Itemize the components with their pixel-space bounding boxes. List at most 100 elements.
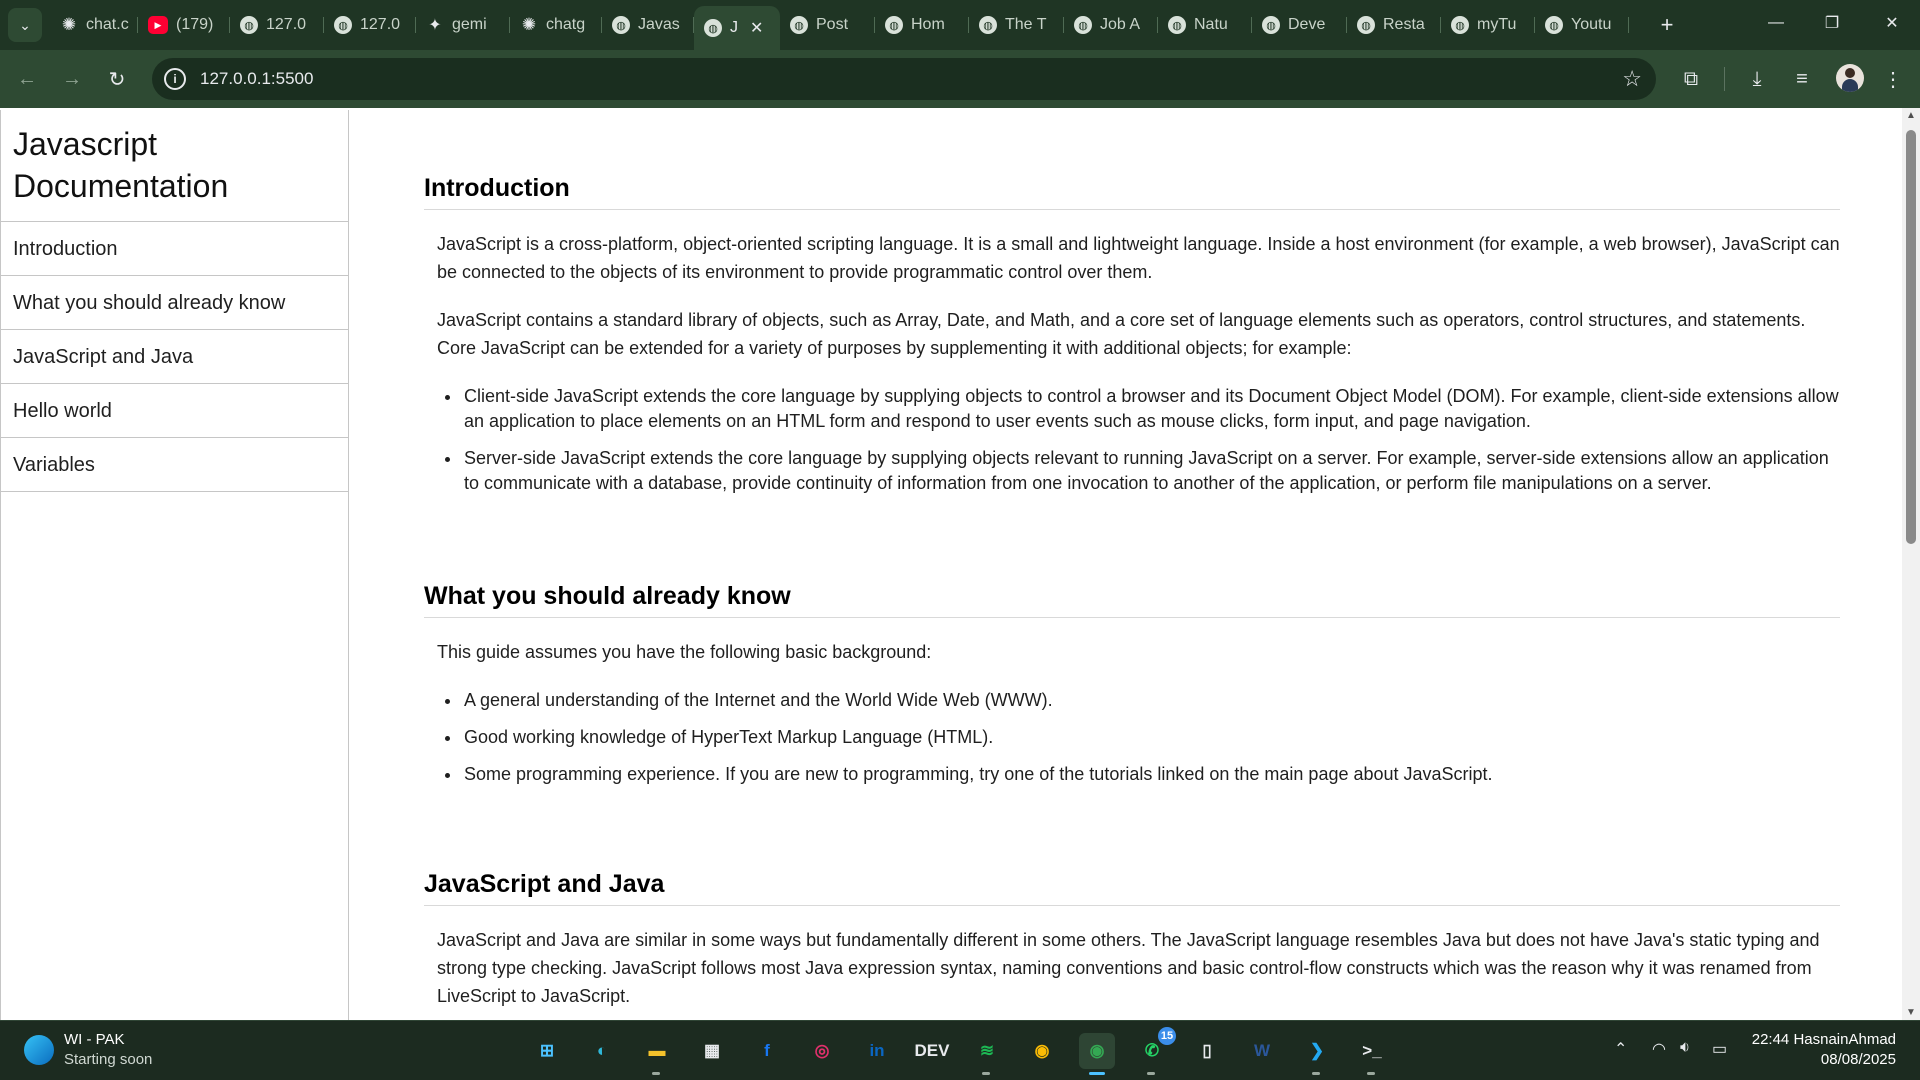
browser-tab[interactable]: ◍ Job A — [1064, 8, 1158, 42]
browser-tab[interactable]: ◍ Resta — [1347, 8, 1441, 42]
scroll-up-icon[interactable]: ▲ — [1906, 110, 1916, 121]
tab-label: Hom — [911, 16, 945, 33]
tab-label: Job A — [1100, 16, 1141, 33]
scrollbar-thumb[interactable] — [1906, 130, 1916, 544]
tab-separator — [1628, 17, 1629, 33]
browser-tab[interactable]: ✦ gemi — [416, 8, 510, 42]
main-doc: Introduction JavaScript is a cross-platf… — [424, 108, 1840, 1020]
file-explorer-app[interactable]: ▬ — [639, 1033, 675, 1075]
file-explorer-icon: ▬ — [648, 1041, 666, 1060]
download-icon[interactable]: ⤓ — [1742, 64, 1772, 94]
nav-link[interactable]: Hello world — [1, 384, 348, 438]
store-app[interactable]: ▦ — [694, 1033, 730, 1069]
list-item: Some programming experience. If you are … — [462, 762, 1840, 787]
whatsapp-app[interactable]: ✆ 15 — [1134, 1027, 1176, 1075]
tray-overflow-icon[interactable]: ⌃ — [1614, 1039, 1627, 1059]
word-app[interactable]: W — [1244, 1033, 1280, 1069]
reload-icon[interactable]: ↻ — [102, 64, 132, 94]
edge-icon: ◐ — [596, 1041, 608, 1060]
address-bar[interactable]: i 127.0.0.1:5500 ☆ — [152, 58, 1656, 100]
edge-app[interactable]: ◐ — [584, 1033, 620, 1069]
list-item: A general understanding of the Internet … — [462, 688, 1840, 713]
minimize-button[interactable]: — — [1748, 0, 1804, 46]
url-text[interactable]: 127.0.0.1:5500 — [200, 69, 313, 89]
clock-time[interactable]: 22:44 HasnainAhmad — [1752, 1031, 1896, 1048]
page-viewport: Javascript Documentation Introduction Wha… — [0, 108, 1920, 1020]
vscode-app[interactable]: ❯ — [1299, 1033, 1335, 1075]
nav-title: Javascript Documentation — [1, 110, 348, 222]
tab-label: Post — [816, 16, 849, 33]
browser-tab[interactable]: ▶ (179) — [138, 8, 230, 42]
browser-tab[interactable]: ◍ Hom — [875, 8, 969, 42]
linkedin-app[interactable]: in — [859, 1033, 895, 1069]
browser-tab[interactable]: ◍ Youtu — [1535, 8, 1629, 42]
battery-icon[interactable]: ▭ — [1712, 1039, 1727, 1059]
browser-tab[interactable]: ✺ chat.c — [50, 8, 138, 42]
section-javascript-and-java: JavaScript and Java JavaScript and Java … — [424, 870, 1840, 1010]
site-info-icon[interactable]: i — [164, 68, 186, 90]
browser-tab[interactable]: ◍ J ✕ — [694, 6, 780, 50]
notepad-app[interactable]: ▯ — [1189, 1033, 1225, 1069]
browser-tab[interactable]: ✺ chatg — [510, 8, 602, 42]
forward-icon[interactable]: → — [57, 64, 87, 94]
bullet-list: Client-side JavaScript extends the core … — [462, 384, 1840, 496]
tab-search-button[interactable]: ⌄ — [8, 8, 42, 42]
weather-subtitle[interactable]: Starting soon — [64, 1051, 152, 1068]
start-button[interactable]: ⊞ — [529, 1033, 565, 1069]
weather-title[interactable]: WI - PAK — [64, 1031, 125, 1048]
gemini-icon: ✦ — [428, 17, 442, 34]
close-window-button[interactable]: ✕ — [1864, 0, 1920, 46]
nav-link[interactable]: What you should already know — [1, 276, 348, 330]
restore-button[interactable]: ❐ — [1804, 0, 1860, 46]
tab-label: chatg — [546, 16, 586, 33]
browser-tab[interactable]: ◍ The T — [969, 8, 1064, 42]
nav-link[interactable]: Introduction — [1, 222, 348, 276]
media-control-icon[interactable]: ≡ — [1787, 64, 1817, 94]
globe-icon: ◍ — [885, 16, 903, 34]
start-icon: ⊞ — [539, 1041, 555, 1060]
tab-label: Deve — [1288, 16, 1326, 33]
browser-tab[interactable]: ◍ Natu — [1158, 8, 1252, 42]
chrome-profile-app[interactable]: ◉ — [1079, 1033, 1115, 1075]
extensions-icon[interactable]: ⧉ — [1676, 64, 1706, 94]
spotify-app[interactable]: ≋ — [969, 1033, 1005, 1075]
globe-icon: ◍ — [240, 16, 258, 34]
close-tab-icon[interactable]: ✕ — [750, 18, 763, 38]
tab-label: gemi — [452, 16, 487, 33]
volume-icon[interactable]: 🔉︎ — [1680, 1039, 1690, 1057]
dev-app[interactable]: DEV — [914, 1033, 950, 1069]
browser-tab[interactable]: ◍ 127.0 — [230, 8, 324, 42]
notepad-icon: ▯ — [1202, 1041, 1212, 1060]
clock-date[interactable]: 08/08/2025 — [1821, 1051, 1896, 1068]
section-heading: JavaScript and Java — [424, 870, 1840, 906]
running-indicator — [982, 1072, 990, 1075]
back-icon[interactable]: ← — [12, 64, 42, 94]
browser-tab[interactable]: ◍ myTu — [1441, 8, 1535, 42]
wifi-icon[interactable]: ◠ — [1652, 1039, 1666, 1059]
tab-label: 127.0 — [360, 16, 401, 33]
chrome-app[interactable]: ◉ — [1024, 1033, 1060, 1069]
running-indicator — [1312, 1072, 1320, 1075]
browser-tab[interactable]: ◍ Deve — [1252, 8, 1347, 42]
menu-dots-icon[interactable]: ⋮ — [1878, 64, 1908, 94]
facebook-app[interactable]: f — [749, 1033, 785, 1069]
weather-icon[interactable] — [24, 1035, 54, 1065]
running-indicator — [652, 1072, 660, 1075]
globe-icon: ◍ — [1262, 16, 1280, 34]
scroll-down-icon[interactable]: ▼ — [1906, 1007, 1916, 1018]
bookmark-star-icon[interactable]: ☆ — [1622, 66, 1642, 92]
instagram-app[interactable]: ◎ — [804, 1033, 840, 1069]
globe-icon: ◍ — [1545, 16, 1563, 34]
nav-link[interactable]: JavaScript and Java — [1, 330, 348, 384]
browser-tab[interactable]: ◍ Post — [780, 8, 875, 42]
running-indicator — [1147, 1072, 1155, 1075]
page-scrollbar[interactable]: ▲ ▼ — [1902, 108, 1920, 1020]
new-tab-button[interactable]: + — [1651, 9, 1683, 41]
profile-avatar[interactable] — [1836, 64, 1864, 92]
browser-tab[interactable]: ◍ Javas — [602, 8, 694, 42]
browser-tab[interactable]: ◍ 127.0 — [324, 8, 416, 42]
globe-icon: ◍ — [1074, 16, 1092, 34]
bullet-list: A general understanding of the Internet … — [462, 688, 1840, 787]
terminal-app[interactable]: >_ — [1354, 1033, 1390, 1075]
nav-link[interactable]: Variables — [1, 438, 348, 492]
